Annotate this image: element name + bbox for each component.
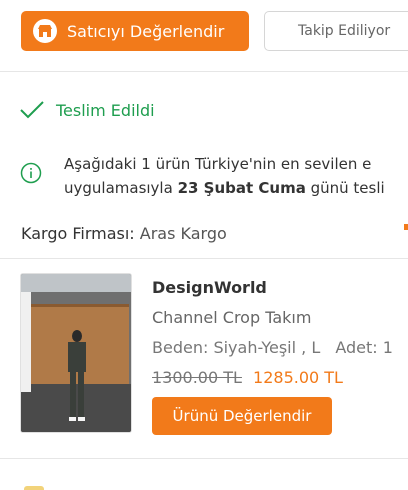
check-icon — [20, 101, 44, 119]
rate-seller-button[interactable]: Satıcıyı Değerlendir — [21, 11, 249, 51]
price-row: 1300.00 TL 1285.00 TL — [152, 367, 393, 389]
header-bar: Satıcıyı Değerlendir Takip Ediliyor — [0, 0, 408, 72]
quantity-value: 1 — [382, 338, 393, 357]
section-divider — [0, 258, 408, 259]
size-value: Siyah-Yeşil , L — [213, 338, 321, 357]
store-icon — [33, 19, 57, 43]
delivery-status-label: Teslim Edildi — [56, 100, 155, 120]
product-variant: Beden: Siyah-Yeşil , L Adet: 1 — [152, 337, 393, 359]
old-price: 1300.00 TL — [152, 368, 242, 387]
rate-seller-label: Satıcıyı Değerlendir — [67, 21, 225, 41]
product-name[interactable]: Channel Crop Takım — [152, 307, 393, 329]
cargo-track-marker — [404, 224, 408, 230]
size-label: Beden: — [152, 338, 209, 357]
delivery-status: Teslim Edildi — [20, 100, 155, 120]
section-divider — [0, 458, 408, 459]
product-image[interactable] — [20, 273, 132, 433]
product-brand[interactable]: DesignWorld — [152, 277, 393, 299]
quantity-label: Adet: — [335, 338, 378, 357]
delivery-info-line1: Aşağıdaki 1 ürün Türkiye'nin en sevilen … — [64, 155, 372, 173]
next-item-marker — [24, 486, 44, 490]
cargo-value: Aras Kargo — [139, 224, 227, 243]
delivery-date: 23 Şubat Cuma — [177, 179, 306, 197]
follow-button[interactable]: Takip Ediliyor — [264, 11, 408, 51]
delivery-info-text: Aşağıdaki 1 ürün Türkiye'nin en sevilen … — [64, 152, 408, 200]
new-price: 1285.00 TL — [253, 368, 343, 387]
cargo-label: Kargo Firması: — [21, 224, 135, 243]
delivery-info-line2: uygulamasıyla 23 Şubat Cuma günü tesli — [64, 179, 385, 197]
info-icon — [20, 162, 42, 184]
follow-label: Takip Ediliyor — [298, 23, 391, 39]
cargo-company: Kargo Firması: Aras Kargo — [21, 224, 227, 243]
product-info: DesignWorld Channel Crop Takım Beden: Si… — [152, 277, 393, 389]
rate-product-button[interactable]: Ürünü Değerlendir — [152, 397, 332, 435]
